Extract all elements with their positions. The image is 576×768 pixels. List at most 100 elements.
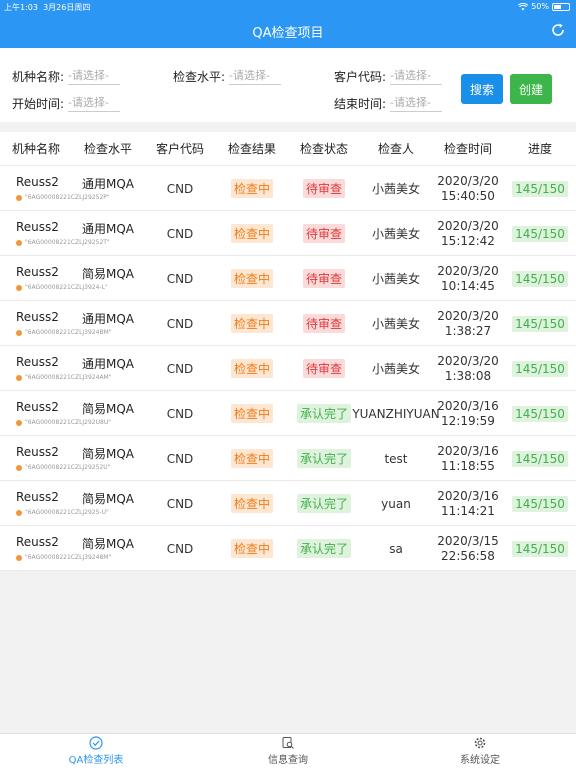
table-row[interactable]: Reuss2 "6AG00008221CZLJ29252P" 通用MQA CND 检查中… (0, 166, 576, 211)
inspection-level: 简易MQA (82, 402, 135, 416)
level-select[interactable]: -请选择- (229, 67, 282, 85)
table-header: 机种名称 检查水平 客户代码 检查结果 检查状态 检查人 检查时间 进度 (0, 132, 576, 166)
header-result: 检查结果 (227, 142, 276, 156)
customer-code: CND (166, 361, 194, 376)
info-dot-icon (16, 419, 22, 426)
serial-code: "6AG00008221CZLJ29252U" (16, 464, 110, 471)
status-bar: 上午1:03 3月26日周四 50% (0, 0, 576, 14)
tab-info-query[interactable]: 信息查询 (238, 736, 338, 766)
inspection-level: 通用MQA (82, 312, 135, 326)
result-badge: 检查中 (230, 269, 273, 288)
model-name: Reuss2 (16, 355, 59, 369)
table-row[interactable]: Reuss2 "6AG00008221CZLJ29252U" 简易MQA CND 检查中… (0, 436, 576, 481)
header-customer: 客户代码 (155, 142, 204, 156)
inspector-name: test (384, 451, 408, 466)
search-button[interactable]: 搜索 (461, 74, 503, 104)
tab-settings[interactable]: 系统设定 (430, 736, 530, 766)
tab-info-query-label: 信息查询 (268, 755, 308, 766)
result-badge: 检查中 (230, 224, 273, 243)
status-time: 上午1:03 3月26日周四 (4, 3, 91, 12)
table-row[interactable]: Reuss2 "6AG00008221CZLJ292U8U" 简易MQA CND 检查中… (0, 391, 576, 436)
tab-bar: QA检查列表 信息查询 系统设定 (0, 733, 576, 768)
inspector-name: yuan (381, 496, 411, 511)
info-dot-icon (16, 284, 22, 291)
search-document-icon (282, 737, 294, 749)
inspector-name: YUANZHIYUAN (352, 406, 440, 421)
progress-badge: 145/150 (512, 540, 568, 557)
header-bar: 上午1:03 3月26日周四 50% QA检查项目 (0, 0, 576, 48)
end-time-label: 结束时间: (334, 96, 387, 111)
table-row[interactable]: Reuss2 "6AG00008221CZLJ3924-L" 简易MQA CND 检查中… (0, 256, 576, 301)
tab-settings-label: 系统设定 (460, 755, 500, 766)
info-dot-icon (16, 194, 22, 201)
serial-code: "6AG00008221CZLJ3924AM" (16, 374, 112, 381)
info-dot-icon (16, 329, 22, 336)
header-level: 检查水平 (83, 142, 132, 156)
inspection-level: 通用MQA (82, 177, 135, 191)
check-circle-icon (89, 736, 103, 750)
inspector-name: 小茜美女 (371, 182, 420, 196)
progress-badge: 145/150 (512, 270, 568, 287)
inspection-time: 2020/3/16 12:19:59 (437, 398, 499, 428)
inspector-name: 小茜美女 (371, 272, 420, 286)
inspection-level: 简易MQA (82, 267, 135, 281)
header-time: 检查时间 (443, 142, 492, 156)
inspection-level: 简易MQA (82, 492, 135, 506)
table-row[interactable]: Reuss2 "6AG00008221CZLJ3924AM" 通用MQA CND 检查中… (0, 346, 576, 391)
state-badge: 承认完了 (296, 449, 351, 468)
inspection-table: 机种名称 检查水平 客户代码 检查结果 检查状态 检查人 检查时间 进度 Reu… (0, 132, 576, 571)
customer-code: CND (166, 496, 194, 511)
tab-qa-list-label: QA检查列表 (68, 755, 124, 766)
table-row[interactable]: Reuss2 "6AG00008221CZLJ29252T" 通用MQA CND 检查中… (0, 211, 576, 256)
battery-percent: 50% (531, 2, 549, 11)
model-name: Reuss2 (16, 490, 59, 504)
start-time-select[interactable]: -请选择- (68, 94, 121, 112)
inspector-name: sa (389, 541, 403, 556)
table-row[interactable]: Reuss2 "6AG00008221CZLJ2925-U" 简易MQA CND 检查中… (0, 481, 576, 526)
progress-badge: 145/150 (512, 360, 568, 377)
model-name: Reuss2 (16, 400, 59, 414)
inspector-name: 小茜美女 (371, 317, 420, 331)
result-badge: 检查中 (230, 449, 273, 468)
create-button[interactable]: 创建 (510, 74, 552, 104)
customer-select[interactable]: -请选择- (390, 67, 443, 85)
customer-code: CND (166, 406, 194, 421)
state-badge: 待审查 (302, 359, 345, 378)
end-time-select[interactable]: -请选择- (390, 94, 443, 112)
serial-code: "6AG00008221CZLJ29252T" (16, 239, 110, 246)
inspection-level: 简易MQA (82, 537, 135, 551)
state-badge: 承认完了 (296, 404, 351, 423)
result-badge: 检查中 (230, 539, 273, 558)
model-name: Reuss2 (16, 535, 59, 549)
inspection-time: 2020/3/16 11:14:21 (437, 488, 499, 518)
serial-code: "6AG00008221CZLJ2925-U" (16, 509, 109, 516)
result-badge: 检查中 (230, 494, 273, 513)
inspection-level: 通用MQA (82, 222, 135, 236)
tab-qa-list[interactable]: QA检查列表 (46, 736, 146, 766)
model-select[interactable]: -请选择- (68, 67, 121, 85)
state-badge: 待审查 (302, 179, 345, 198)
header-inspector: 检查人 (377, 142, 414, 156)
battery-icon (552, 2, 570, 11)
inspection-time: 2020/3/20 1:38:08 (437, 353, 499, 383)
result-badge: 检查中 (230, 314, 273, 333)
wifi-icon (518, 2, 529, 10)
model-label: 机种名称: (12, 69, 65, 84)
inspection-level: 简易MQA (82, 447, 135, 461)
inspection-time: 2020/3/20 15:12:42 (437, 218, 499, 248)
state-badge: 待审查 (302, 224, 345, 243)
inspector-name: 小茜美女 (371, 362, 420, 376)
info-dot-icon (16, 554, 22, 561)
customer-label: 客户代码: (334, 69, 387, 84)
progress-badge: 145/150 (512, 315, 568, 332)
info-dot-icon (16, 374, 22, 381)
result-badge: 检查中 (230, 179, 273, 198)
table-row[interactable]: Reuss2 "6AG00008221CZLJ3924BM" 通用MQA CND 检查中… (0, 301, 576, 346)
table-row[interactable]: Reuss2 "6AG00008221CZLJ39248M" 简易MQA CND 检查中… (0, 526, 576, 571)
refresh-icon[interactable] (550, 22, 566, 38)
header-progress: 进度 (527, 142, 552, 156)
inspection-time: 2020/3/20 10:14:45 (437, 263, 499, 293)
result-badge: 检查中 (230, 359, 273, 378)
start-time-label: 开始时间: (12, 96, 65, 111)
model-name: Reuss2 (16, 175, 59, 189)
